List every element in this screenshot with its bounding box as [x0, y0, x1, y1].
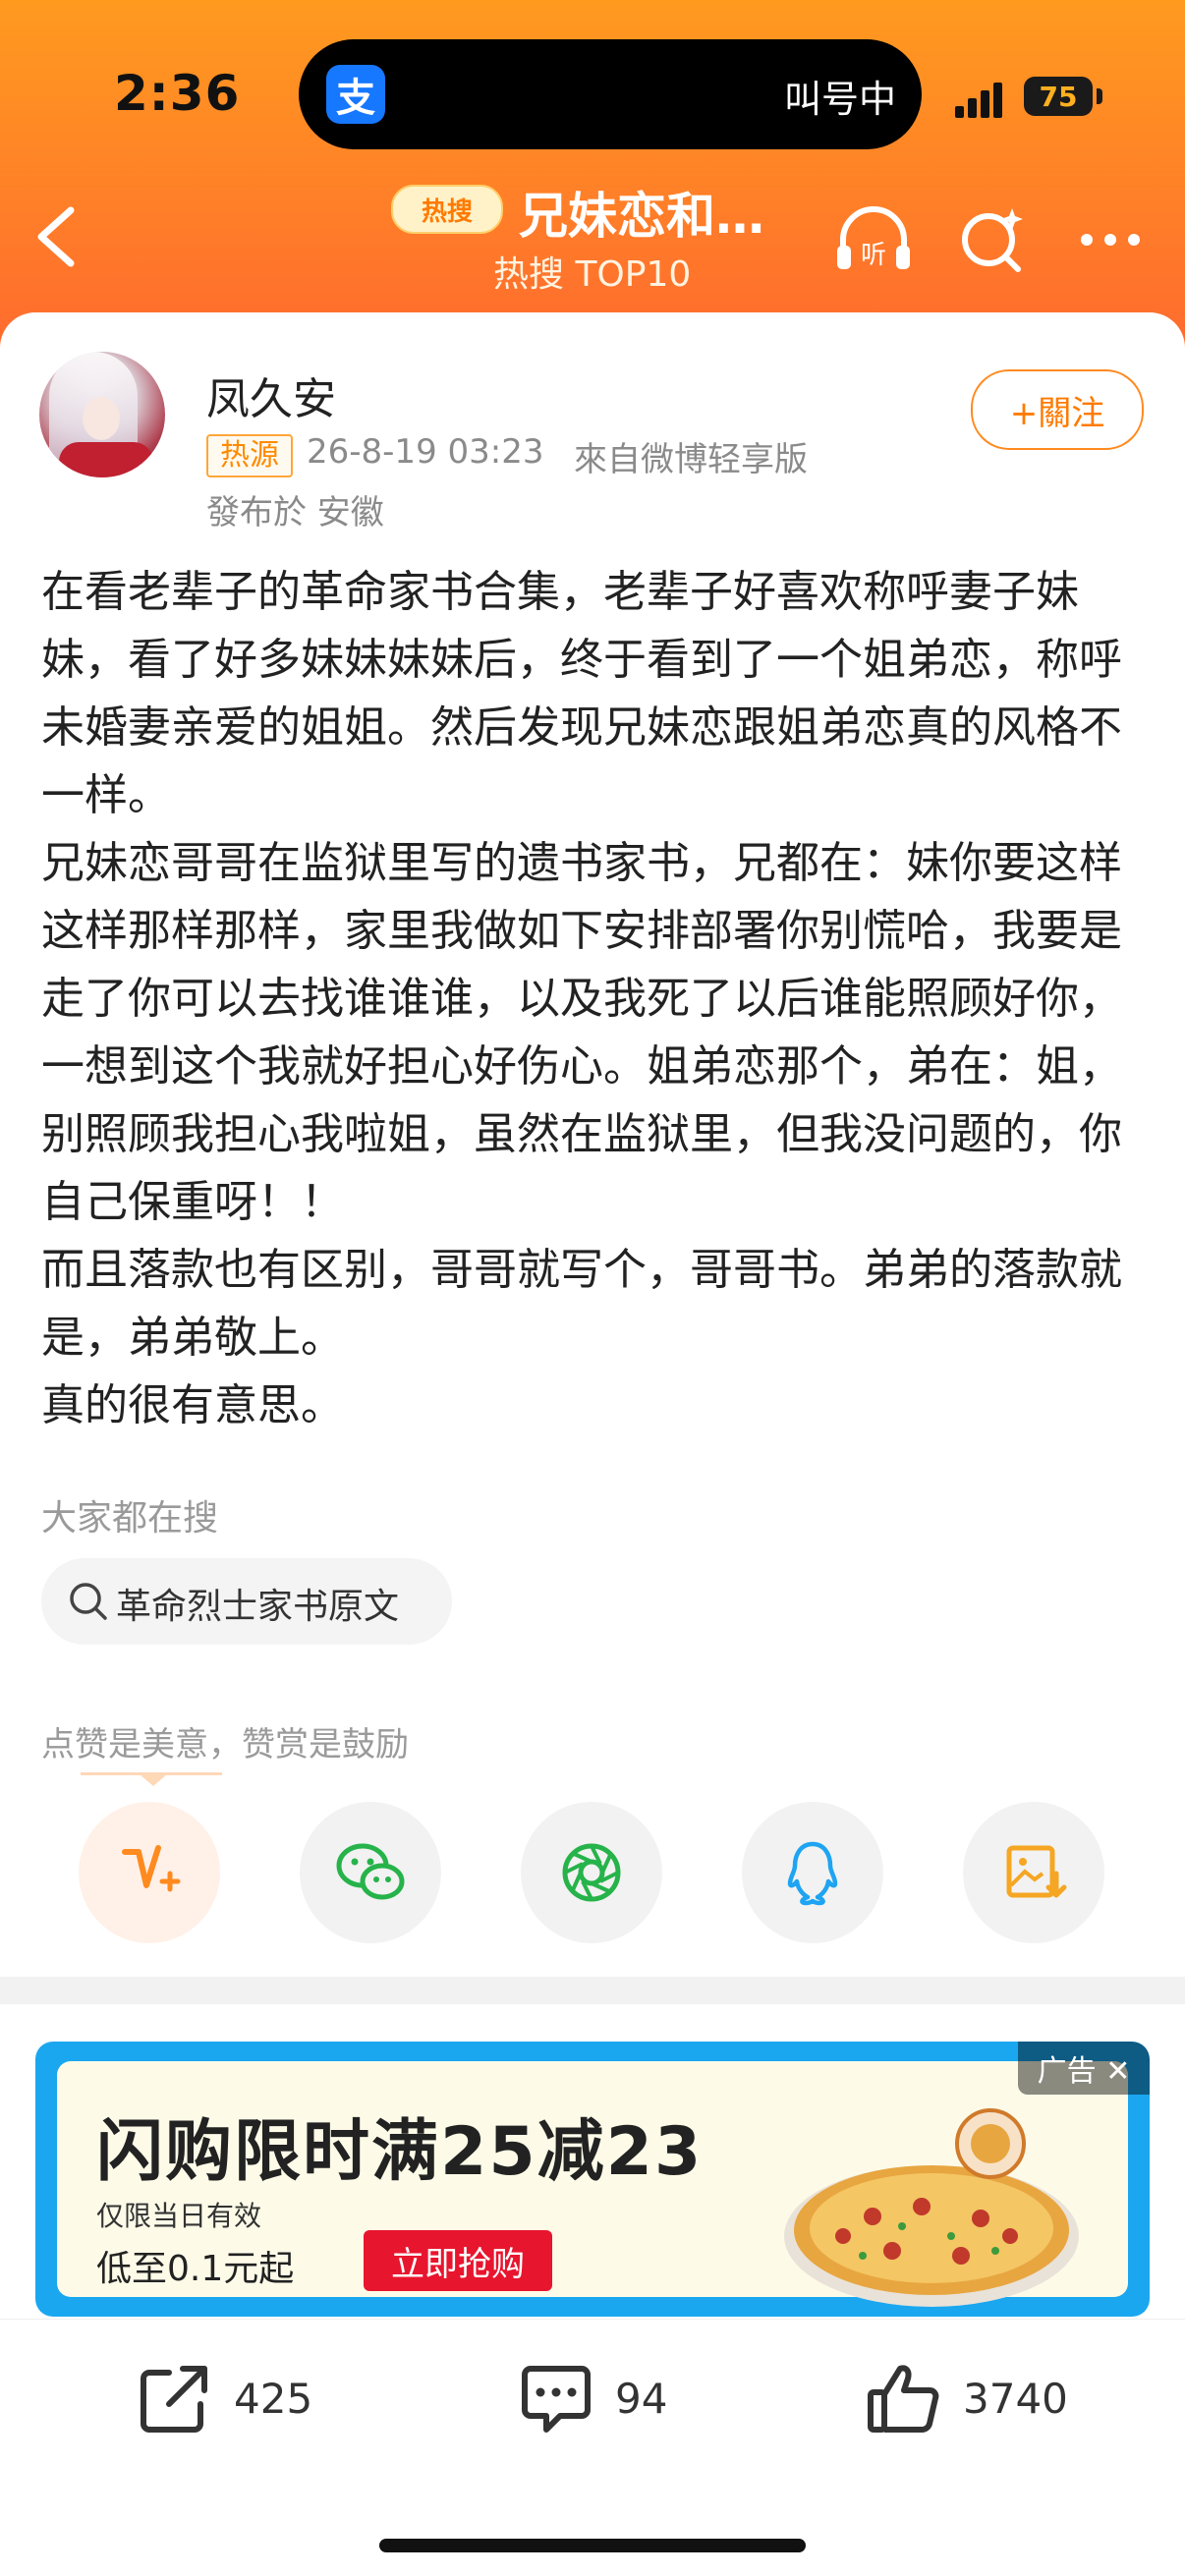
share-wechat-button[interactable] [300, 1802, 441, 1943]
more-icon[interactable] [1071, 200, 1156, 279]
back-icon[interactable] [28, 202, 83, 271]
save-image-icon [1006, 1845, 1067, 1898]
qq-icon [787, 1841, 838, 1906]
dynamic-island[interactable]: 支 叫号中 [299, 39, 922, 149]
status-time: 2:36 [114, 65, 241, 122]
share-icon [141, 2366, 207, 2433]
reward-button[interactable] [79, 1802, 220, 1943]
username[interactable]: 凤久安 [206, 364, 336, 426]
share-qq-button[interactable] [742, 1802, 883, 1943]
post-location: 發布於 安徽 [206, 493, 384, 532]
ad-subtitle: 仅限当日有效 [96, 2200, 262, 2232]
reward-v-icon [122, 1845, 181, 1892]
share-count: 425 [234, 2374, 313, 2423]
battery-icon: 75 [1024, 77, 1093, 116]
share-moments-button[interactable] [521, 1802, 662, 1943]
ad-price: 低至0.1元起 [96, 2249, 295, 2289]
reward-tip-caret [140, 1774, 167, 1786]
moments-icon [562, 1843, 621, 1902]
related-search-label: 大家都在搜 [41, 1498, 219, 1539]
like-action[interactable]: 3740 [865, 2354, 1068, 2442]
island-status-text: 叫号中 [783, 78, 896, 121]
listen-label: 听 [861, 241, 886, 270]
related-search-text: 革命烈士家书原文 [116, 1587, 400, 1627]
section-divider [0, 1977, 1185, 2004]
reward-tip: 点赞是美意，赞赏是鼓励 [41, 1725, 409, 1764]
page-subtitle[interactable]: 热搜 TOP10 [493, 246, 691, 297]
avatar[interactable] [39, 352, 165, 477]
save-image-button[interactable] [963, 1802, 1104, 1943]
post-body: 在看老辈子的革命家书合集，老辈子好喜欢称呼妻子妹妹，看了好多妹妹妹妹后，终于看到… [41, 558, 1152, 1439]
hot-search-badge-label: 热搜 [421, 196, 473, 227]
post-paragraph: 真的很有意思。 [41, 1380, 344, 1430]
comment-icon [522, 2366, 591, 2433]
alipay-icon: 支 [326, 65, 385, 124]
page-title: 兄妹恋和… [519, 188, 764, 245]
ad-banner[interactable]: 闪购限时满25减23 仅限当日有效 低至0.1元起 立即抢购 广告 ✕ [35, 2042, 1150, 2317]
hot-source-tag: 热源 [206, 434, 293, 477]
post-time: 26-8-19 03:23 [307, 432, 544, 472]
ad-close-tag[interactable]: 广告 ✕ [1018, 2042, 1150, 2095]
ad-title: 闪购限时满25减23 [96, 2113, 704, 2191]
headphone-listen-icon[interactable]: 听 [831, 200, 916, 279]
pizza-image [784, 2108, 1079, 2307]
comment-action[interactable]: 94 [517, 2354, 667, 2442]
related-search-chip[interactable]: 革命烈士家书原文 [41, 1558, 452, 1645]
comment-count: 94 [615, 2374, 668, 2423]
post-paragraph: 兄妹恋哥哥在监狱里写的遗书家书，兄都在：妹你要这样这样那样那样，家里我做如下安排… [41, 838, 1122, 1227]
like-icon [868, 2365, 939, 2433]
home-indicator[interactable] [379, 2539, 806, 2552]
like-count: 3740 [963, 2374, 1068, 2423]
search-icon [70, 1583, 107, 1620]
ad-cta-button[interactable]: 立即抢购 [364, 2230, 552, 2291]
share-action[interactable]: 425 [136, 2354, 312, 2442]
hot-search-badge: 热搜 [391, 185, 503, 234]
post-source: 來自微博轻享版 [574, 440, 808, 479]
search-sparkle-icon[interactable] [949, 200, 1034, 279]
follow-button[interactable]: +關注 [971, 369, 1144, 450]
battery-tip [1097, 88, 1102, 104]
signal-icon [955, 79, 1010, 118]
post-paragraph: 而且落款也有区别，哥哥就写个，哥哥书。弟弟的落款就是，弟弟敬上。 [41, 1245, 1122, 1363]
post-paragraph: 在看老辈子的革命家书合集，老辈子好喜欢称呼妻子妹妹，看了好多妹妹妹妹后，终于看到… [41, 567, 1122, 820]
wechat-icon [336, 1843, 405, 1900]
